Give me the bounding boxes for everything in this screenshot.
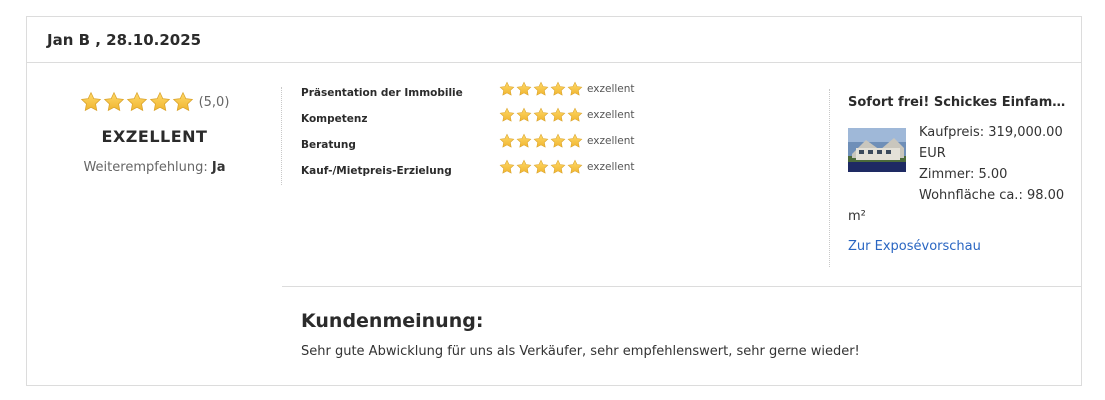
listing-area: Wohnfläche ca.: 98.00 bbox=[919, 188, 1065, 203]
overall-stars: (5,0) bbox=[27, 91, 282, 113]
star-icon bbox=[126, 91, 148, 113]
star-icon bbox=[516, 133, 532, 149]
star-icon bbox=[80, 91, 102, 113]
listing-title[interactable]: Sofort frei! Schickes Einfamilien... bbox=[848, 95, 1068, 110]
listing-currency: EUR bbox=[919, 146, 946, 161]
star-icon bbox=[550, 107, 566, 123]
star-icon bbox=[550, 81, 566, 97]
criteria-rating-text: exzellent bbox=[587, 83, 635, 95]
star-icon bbox=[533, 159, 549, 175]
listing-area-unit: m² bbox=[848, 209, 866, 224]
star-icon bbox=[103, 91, 125, 113]
criteria-row: Kauf-/Mietpreis-Erzielung exzellent bbox=[301, 163, 661, 189]
star-icon bbox=[567, 107, 583, 123]
star-icon bbox=[499, 133, 515, 149]
criteria-label: Kompetenz bbox=[301, 113, 368, 125]
star-icon bbox=[499, 81, 515, 97]
star-icon bbox=[550, 133, 566, 149]
criteria-rating-text: exzellent bbox=[587, 109, 635, 121]
criteria-list: Präsentation der Immobilie exzellent Kom… bbox=[301, 85, 661, 189]
divider bbox=[281, 87, 282, 185]
customer-opinion: Kundenmeinung: Sehr gute Abwicklung für … bbox=[301, 310, 1061, 359]
star-icon bbox=[516, 159, 532, 175]
criteria-stars: exzellent bbox=[499, 133, 635, 149]
criteria-label: Beratung bbox=[301, 139, 356, 151]
property-thumbnail[interactable] bbox=[848, 128, 906, 172]
overall-rating: (5,0) EXZELLENT Weiterempfehlung: Ja bbox=[27, 63, 282, 175]
recommendation: Weiterempfehlung: Ja bbox=[27, 160, 282, 175]
listing-rooms: Zimmer: 5.00 bbox=[919, 167, 1008, 182]
star-icon bbox=[533, 133, 549, 149]
divider bbox=[829, 89, 830, 267]
star-icon bbox=[533, 81, 549, 97]
review-header: Jan B , 28.10.2025 bbox=[27, 17, 1081, 63]
criteria-rating-text: exzellent bbox=[587, 161, 635, 173]
overall-score: (5,0) bbox=[198, 94, 230, 110]
star-icon bbox=[172, 91, 194, 113]
expose-preview-link[interactable]: Zur Exposévorschau bbox=[848, 239, 1073, 254]
star-icon bbox=[516, 107, 532, 123]
criteria-stars: exzellent bbox=[499, 159, 635, 175]
opinion-text: Sehr gute Abwicklung für uns als Verkäuf… bbox=[301, 344, 860, 359]
star-icon bbox=[149, 91, 171, 113]
star-icon bbox=[499, 159, 515, 175]
star-icon bbox=[550, 159, 566, 175]
criteria-label: Präsentation der Immobilie bbox=[301, 87, 463, 99]
star-icon bbox=[567, 81, 583, 97]
star-icon bbox=[533, 107, 549, 123]
listing-panel: Sofort frei! Schickes Einfamilien... K bbox=[848, 95, 1073, 254]
star-icon bbox=[567, 133, 583, 149]
listing-details: Kaufpreis: 319,000.00 EUR Zimmer: 5.00 W… bbox=[848, 122, 1073, 227]
divider bbox=[282, 286, 1081, 287]
criteria-rating-text: exzellent bbox=[587, 135, 635, 147]
opinion-title: Kundenmeinung: bbox=[301, 310, 484, 332]
star-icon bbox=[499, 107, 515, 123]
recommendation-label: Weiterempfehlung: bbox=[83, 160, 208, 175]
review-card: Jan B , 28.10.2025 (5,0) EXZELLENT Weite… bbox=[26, 16, 1082, 386]
overall-level: EXZELLENT bbox=[101, 127, 208, 146]
listing-price: Kaufpreis: 319,000.00 bbox=[919, 125, 1063, 140]
star-icon bbox=[567, 159, 583, 175]
star-icon bbox=[516, 81, 532, 97]
criteria-stars: exzellent bbox=[499, 107, 635, 123]
recommendation-value: Ja bbox=[211, 160, 226, 175]
criteria-label: Kauf-/Mietpreis-Erzielung bbox=[301, 165, 452, 177]
criteria-stars: exzellent bbox=[499, 81, 635, 97]
